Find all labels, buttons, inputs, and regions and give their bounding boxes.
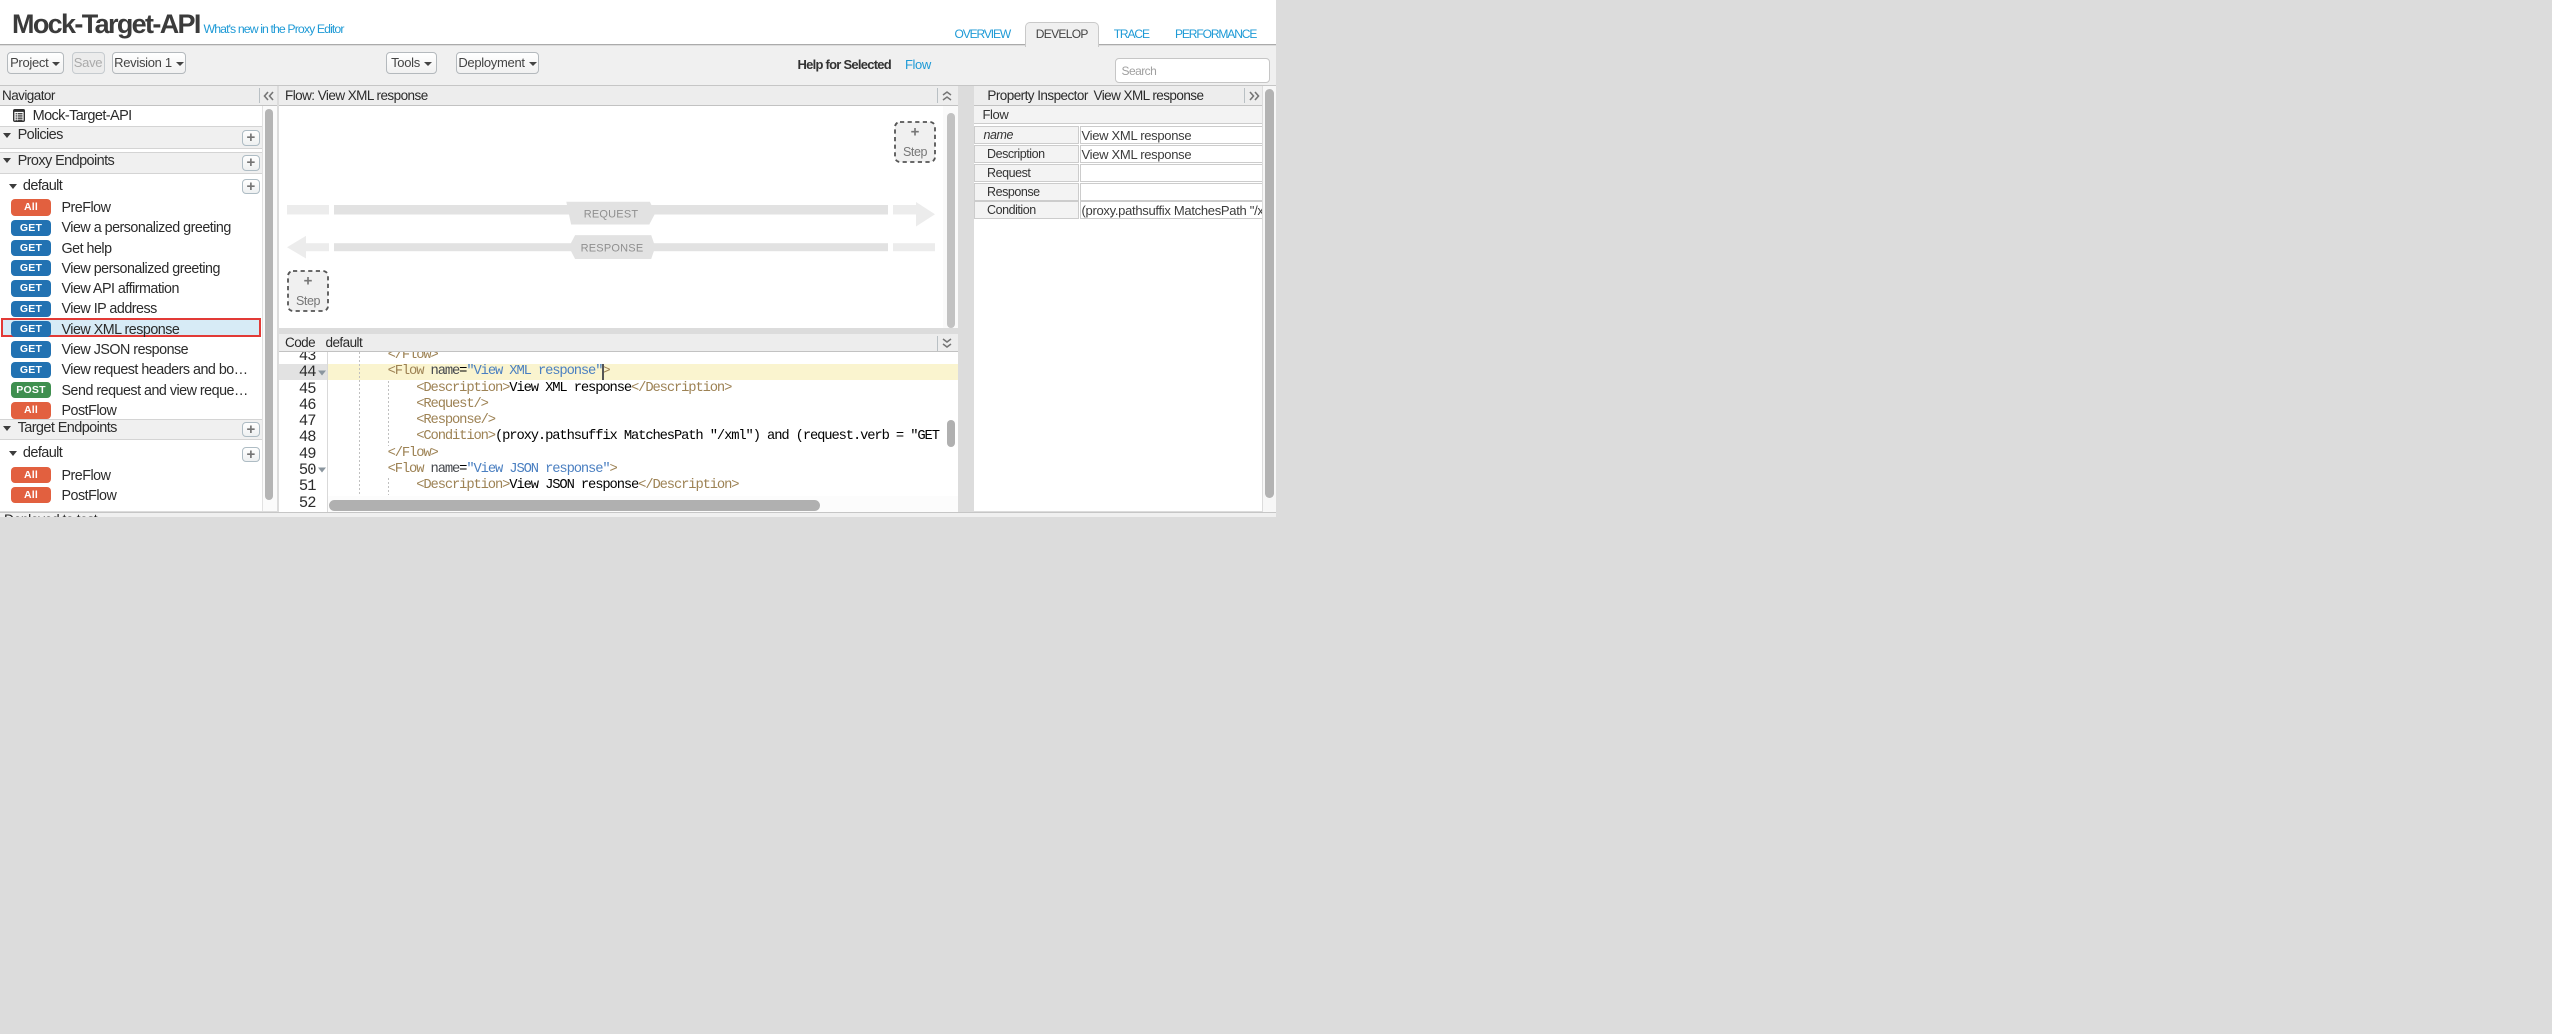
svg-text:+: +	[910, 123, 919, 140]
svg-text:RESPONSE: RESPONSE	[581, 242, 644, 254]
svg-text:REQUEST: REQUEST	[584, 208, 639, 220]
svg-text:+: +	[304, 272, 313, 289]
svg-text:Step: Step	[296, 294, 321, 308]
svg-text:Step: Step	[902, 145, 927, 159]
